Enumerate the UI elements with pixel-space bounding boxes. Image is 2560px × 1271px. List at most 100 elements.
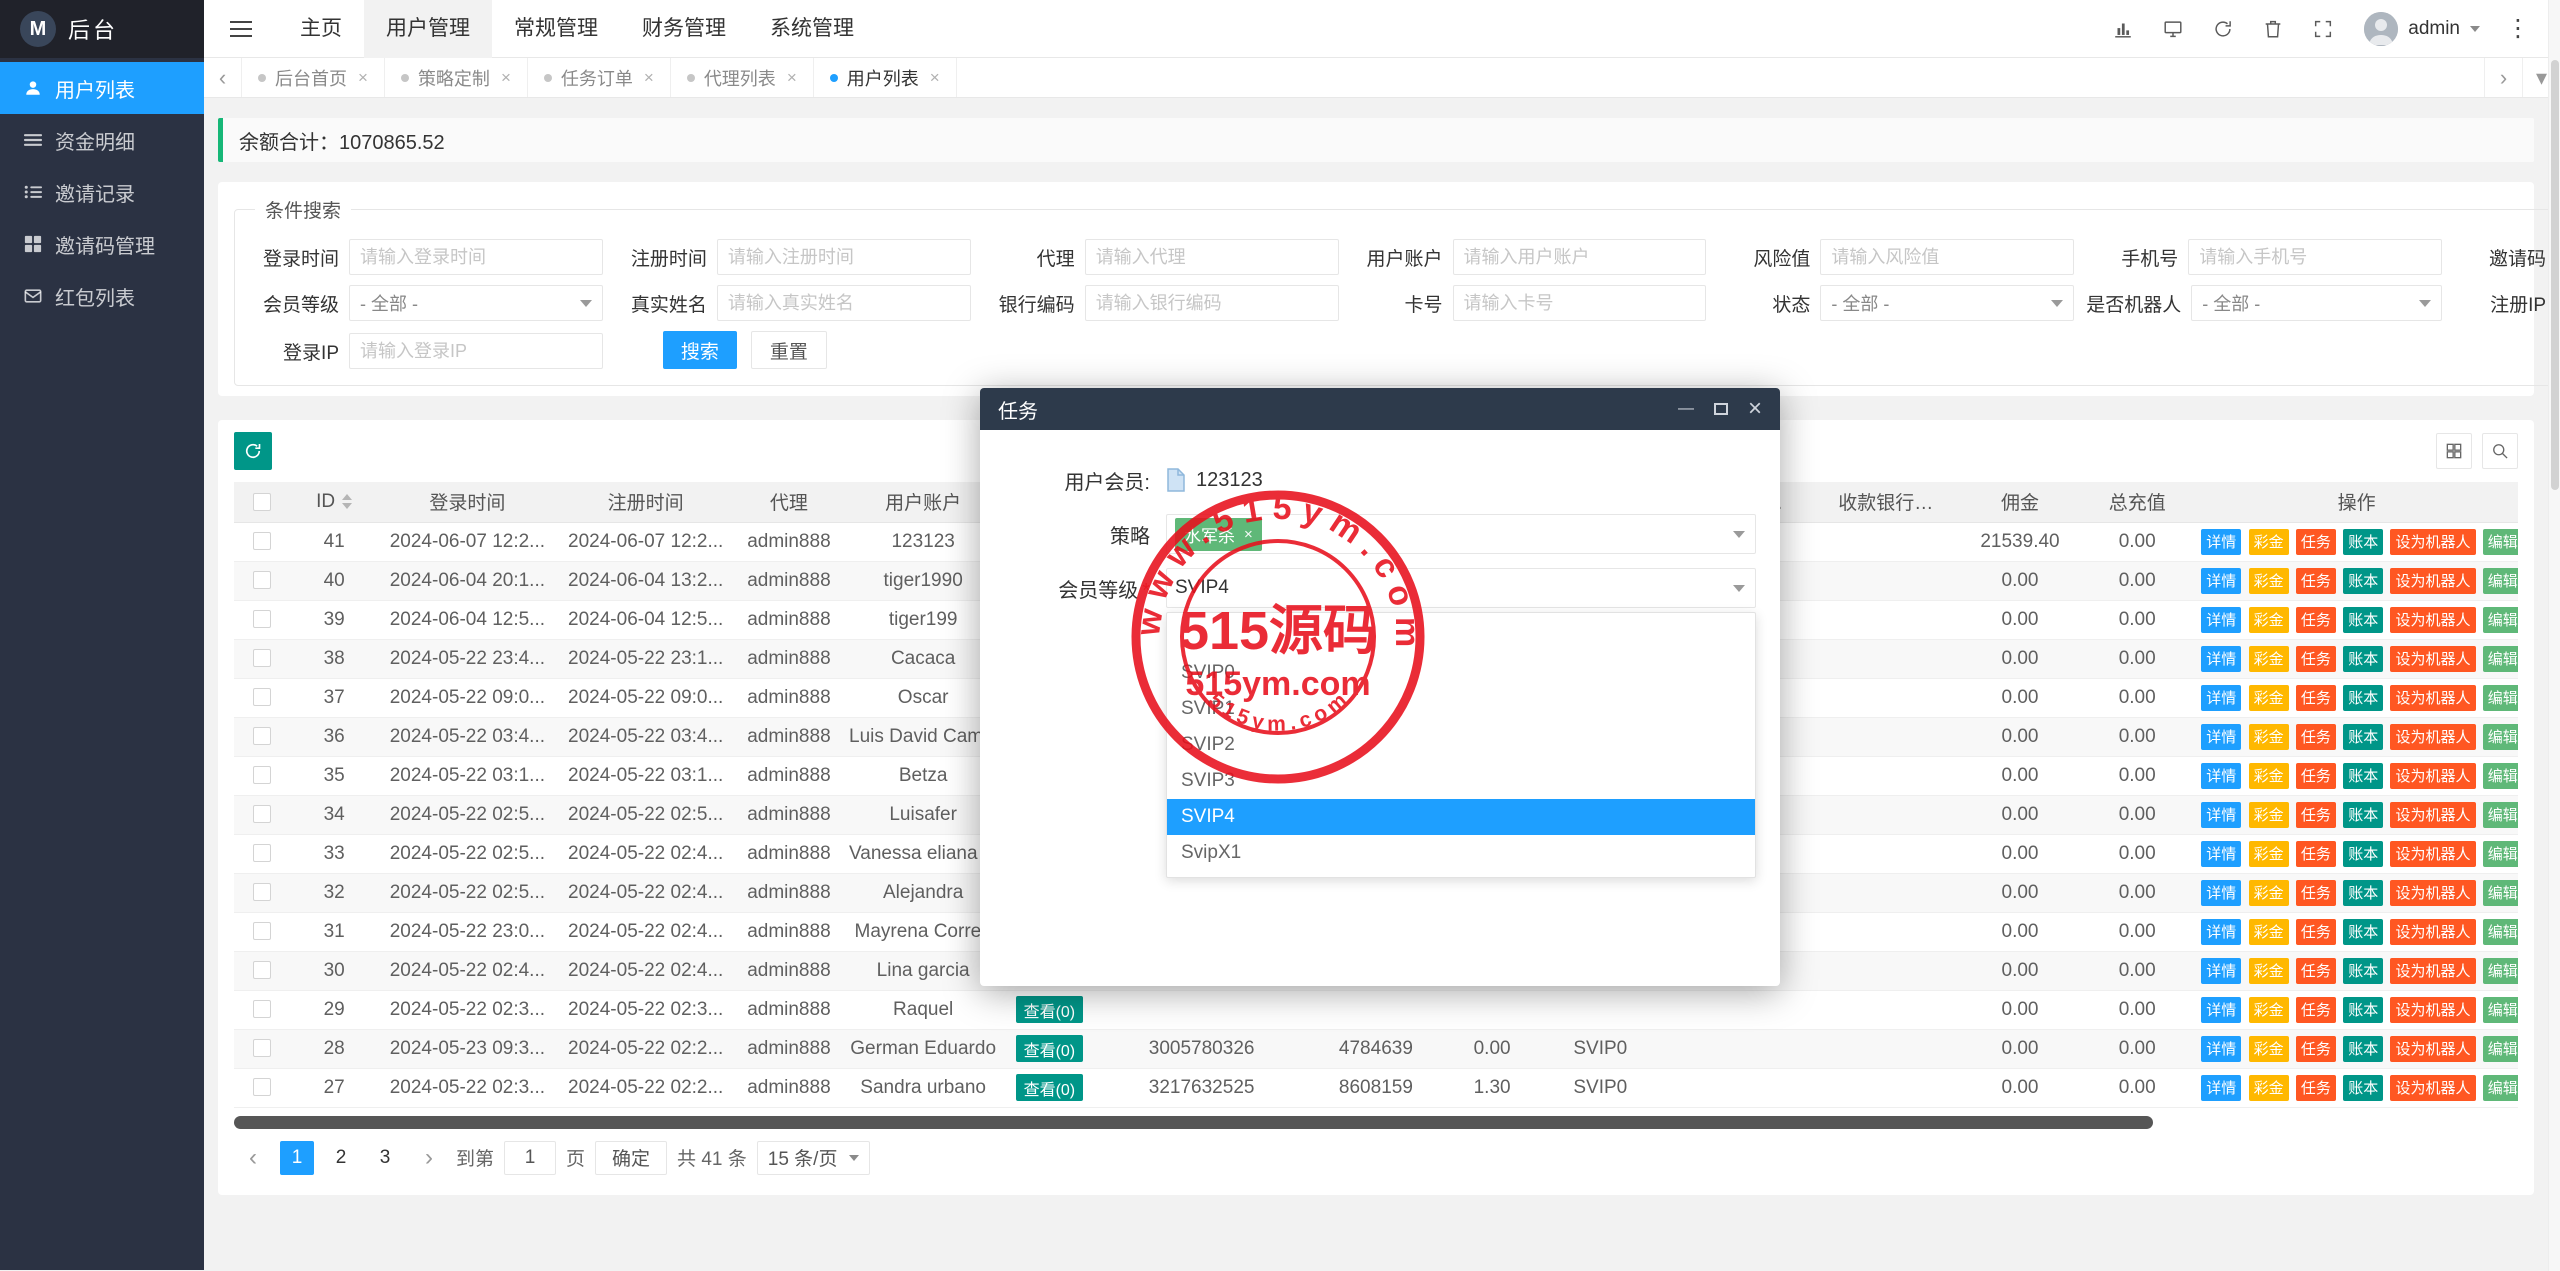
- sort-icon[interactable]: [342, 494, 352, 509]
- tab-task-orders[interactable]: 任务订单 ×: [528, 58, 671, 97]
- sidebar-item-invite-code-management[interactable]: 邀请码管理: [0, 218, 204, 270]
- sidebar-item-fund-detail[interactable]: 资金明细: [0, 114, 204, 166]
- page-1[interactable]: 1: [280, 1141, 314, 1175]
- lockscreen-icon[interactable]: [2162, 18, 2184, 40]
- task-button[interactable]: 任务: [2296, 841, 2336, 867]
- row-checkbox[interactable]: [253, 844, 271, 862]
- set-robot-button[interactable]: 设为机器人: [2390, 529, 2475, 555]
- bonus-button[interactable]: 彩金: [2249, 802, 2289, 828]
- detail-button[interactable]: 详情: [2201, 802, 2241, 828]
- ledger-button[interactable]: 账本: [2343, 1036, 2383, 1062]
- tab-agent-list[interactable]: 代理列表 ×: [671, 58, 814, 97]
- edit-button[interactable]: 编辑: [2483, 763, 2518, 789]
- bonus-button[interactable]: 彩金: [2249, 568, 2289, 594]
- maximize-icon[interactable]: [1714, 403, 1728, 415]
- edit-button[interactable]: 编辑: [2483, 880, 2518, 906]
- task-button[interactable]: 任务: [2296, 880, 2336, 906]
- clear-cache-icon[interactable]: [2262, 18, 2284, 40]
- row-checkbox[interactable]: [253, 883, 271, 901]
- ledger-button[interactable]: 账本: [2343, 724, 2383, 750]
- ledger-button[interactable]: 账本: [2343, 529, 2383, 555]
- ledger-button[interactable]: 账本: [2343, 841, 2383, 867]
- set-robot-button[interactable]: 设为机器人: [2390, 958, 2475, 984]
- topnav-item-finance-management[interactable]: 财务管理: [620, 0, 748, 58]
- level-select[interactable]: - 全部 -: [349, 285, 603, 321]
- search-icon[interactable]: [2482, 433, 2518, 469]
- tab-user-list[interactable]: 用户列表 ×: [814, 58, 957, 97]
- set-robot-button[interactable]: 设为机器人: [2390, 802, 2475, 828]
- edit-button[interactable]: 编辑: [2483, 685, 2518, 711]
- detail-button[interactable]: 详情: [2201, 1036, 2241, 1062]
- horizontal-scrollbar[interactable]: [234, 1116, 2518, 1129]
- bonus-button[interactable]: 彩金: [2249, 607, 2289, 633]
- view-risk-button[interactable]: 查看(0): [1016, 996, 1084, 1023]
- detail-button[interactable]: 详情: [2201, 841, 2241, 867]
- ledger-button[interactable]: 账本: [2343, 568, 2383, 594]
- task-button[interactable]: 任务: [2296, 802, 2336, 828]
- fullscreen-icon[interactable]: [2312, 18, 2334, 40]
- task-button[interactable]: 任务: [2296, 568, 2336, 594]
- topnav-item-user-management[interactable]: 用户管理: [364, 0, 492, 58]
- bonus-button[interactable]: 彩金: [2249, 997, 2289, 1023]
- bonus-button[interactable]: 彩金: [2249, 1036, 2289, 1062]
- row-checkbox[interactable]: [253, 727, 271, 745]
- edit-button[interactable]: 编辑: [2483, 724, 2518, 750]
- tab-strategy[interactable]: 策略定制 ×: [385, 58, 528, 97]
- bonus-button[interactable]: 彩金: [2249, 529, 2289, 555]
- bonus-button[interactable]: 彩金: [2249, 724, 2289, 750]
- detail-button[interactable]: 详情: [2201, 646, 2241, 672]
- task-button[interactable]: 任务: [2296, 646, 2336, 672]
- topnav-item-system-management[interactable]: 系统管理: [748, 0, 876, 58]
- tab-close-icon[interactable]: ×: [501, 68, 511, 88]
- task-button[interactable]: 任务: [2296, 919, 2336, 945]
- close-icon[interactable]: ×: [1748, 395, 1762, 423]
- robot-select[interactable]: - 全部 -: [2191, 285, 2442, 321]
- page-2[interactable]: 2: [324, 1141, 358, 1175]
- set-robot-button[interactable]: 设为机器人: [2390, 841, 2475, 867]
- row-checkbox[interactable]: [253, 688, 271, 706]
- row-checkbox[interactable]: [253, 1078, 271, 1096]
- phone-input[interactable]: [2188, 239, 2442, 275]
- view-risk-button[interactable]: 查看(0): [1016, 1074, 1084, 1101]
- scrollbar-thumb[interactable]: [234, 1116, 2153, 1129]
- detail-button[interactable]: 详情: [2201, 997, 2241, 1023]
- bonus-button[interactable]: 彩金: [2249, 763, 2289, 789]
- ledger-button[interactable]: 账本: [2343, 802, 2383, 828]
- page-prev[interactable]: ‹: [236, 1141, 270, 1175]
- edit-button[interactable]: 编辑: [2483, 1036, 2518, 1062]
- level-option[interactable]: SVIP4: [1167, 799, 1755, 835]
- set-robot-button[interactable]: 设为机器人: [2390, 685, 2475, 711]
- set-robot-button[interactable]: 设为机器人: [2390, 1075, 2475, 1101]
- task-button[interactable]: 任务: [2296, 685, 2336, 711]
- bonus-button[interactable]: 彩金: [2249, 685, 2289, 711]
- level-option[interactable]: [1167, 619, 1755, 655]
- real-name-input[interactable]: [717, 285, 971, 321]
- tabs-scroll-left[interactable]: ‹: [204, 58, 242, 97]
- row-checkbox[interactable]: [253, 532, 271, 550]
- edit-button[interactable]: 编辑: [2483, 841, 2518, 867]
- chart-icon[interactable]: [2112, 18, 2134, 40]
- select-all-checkbox[interactable]: [253, 493, 271, 511]
- ledger-button[interactable]: 账本: [2343, 685, 2383, 711]
- set-robot-button[interactable]: 设为机器人: [2390, 724, 2475, 750]
- edit-button[interactable]: 编辑: [2483, 607, 2518, 633]
- topnav-item-general-management[interactable]: 常规管理: [492, 0, 620, 58]
- tab-close-icon[interactable]: ×: [358, 68, 368, 88]
- header-id[interactable]: ID: [290, 482, 378, 522]
- window-scrollbar[interactable]: [2548, 0, 2560, 1271]
- ledger-button[interactable]: 账本: [2343, 997, 2383, 1023]
- level-option[interactable]: SvipX1: [1167, 835, 1755, 871]
- bonus-button[interactable]: 彩金: [2249, 919, 2289, 945]
- ledger-button[interactable]: 账本: [2343, 646, 2383, 672]
- tabs-scroll-right[interactable]: ›: [2484, 58, 2522, 97]
- detail-button[interactable]: 详情: [2201, 607, 2241, 633]
- strategy-select[interactable]: 水军杀 ×: [1166, 514, 1756, 554]
- edit-button[interactable]: 编辑: [2483, 646, 2518, 672]
- set-robot-button[interactable]: 设为机器人: [2390, 646, 2475, 672]
- column-filter-button[interactable]: [2436, 433, 2472, 469]
- login-time-input[interactable]: [349, 239, 603, 275]
- row-checkbox[interactable]: [253, 1039, 271, 1057]
- tab-close-icon[interactable]: ×: [787, 68, 797, 88]
- risk-input[interactable]: [1820, 239, 2074, 275]
- reset-button[interactable]: 重置: [751, 331, 827, 369]
